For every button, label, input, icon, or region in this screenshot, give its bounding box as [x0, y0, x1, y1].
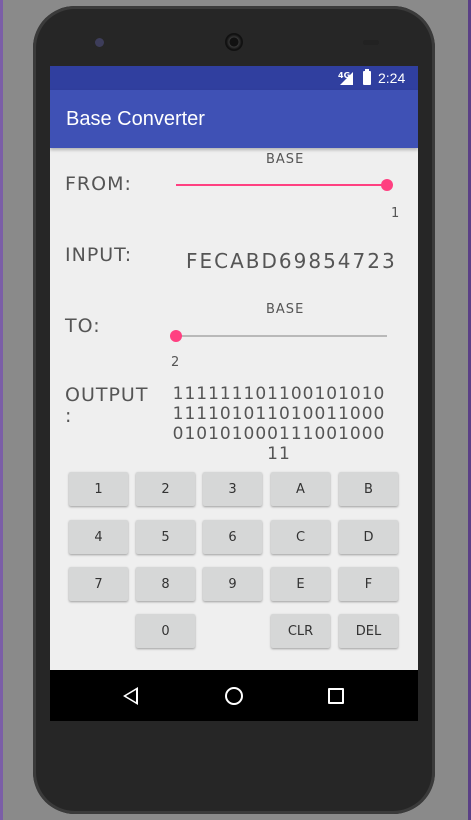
battery-icon [363, 69, 371, 85]
to-label: TO: [65, 315, 101, 337]
key-2[interactable]: 2 [136, 472, 195, 506]
recents-icon[interactable] [328, 688, 344, 704]
proximity-sensor [363, 40, 379, 45]
to-slider-track [176, 335, 387, 337]
from-label: FROM: [65, 173, 132, 195]
key-f[interactable]: F [339, 567, 398, 601]
key-1[interactable]: 1 [69, 472, 128, 506]
key-a[interactable]: A [271, 472, 330, 506]
to-base-caption: BASE [266, 302, 305, 317]
to-base-slider[interactable] [170, 330, 387, 342]
key-c[interactable]: C [271, 520, 330, 554]
output-label-colon: : [65, 405, 73, 427]
to-slider-thumb[interactable] [170, 330, 182, 342]
key-0[interactable]: 0 [136, 614, 195, 648]
back-icon[interactable] [123, 687, 138, 705]
input-label: INPUT: [65, 244, 133, 266]
from-base-value: 1 [391, 206, 401, 221]
navigation-bar [50, 670, 418, 721]
to-base-value: 2 [171, 355, 181, 370]
output-label: OUTPUT [65, 384, 149, 406]
key-7[interactable]: 7 [69, 567, 128, 601]
key-del[interactable]: DEL [339, 614, 398, 648]
key-4[interactable]: 4 [69, 520, 128, 554]
status-time: 2:24 [378, 70, 406, 86]
window-edge-left [0, 0, 3, 820]
app-title: Base Converter [66, 108, 205, 130]
from-slider-fill [176, 184, 387, 186]
key-8[interactable]: 8 [136, 567, 195, 601]
app-bar: Base Converter [50, 90, 418, 148]
signal-icon [340, 72, 353, 85]
phone-screen: 4G 2:24 Base Converter FROM: BASE 1 INPU… [50, 66, 418, 721]
from-base-slider[interactable] [176, 179, 393, 191]
output-value: 1111111011001010101111010110100110000101… [172, 384, 386, 464]
key-b[interactable]: B [339, 472, 398, 506]
status-bar: 4G 2:24 [50, 66, 418, 90]
input-field[interactable]: FECABD69854723 [186, 249, 397, 273]
key-d[interactable]: D [339, 520, 398, 554]
home-icon[interactable] [225, 687, 243, 705]
key-clr[interactable]: CLR [271, 614, 330, 648]
from-slider-thumb[interactable] [381, 179, 393, 191]
key-5[interactable]: 5 [136, 520, 195, 554]
earpiece-speaker [225, 33, 243, 51]
key-6[interactable]: 6 [203, 520, 262, 554]
front-camera [95, 38, 104, 47]
key-9[interactable]: 9 [203, 567, 262, 601]
key-3[interactable]: 3 [203, 472, 262, 506]
from-base-caption: BASE [266, 152, 305, 167]
key-e[interactable]: E [271, 567, 330, 601]
